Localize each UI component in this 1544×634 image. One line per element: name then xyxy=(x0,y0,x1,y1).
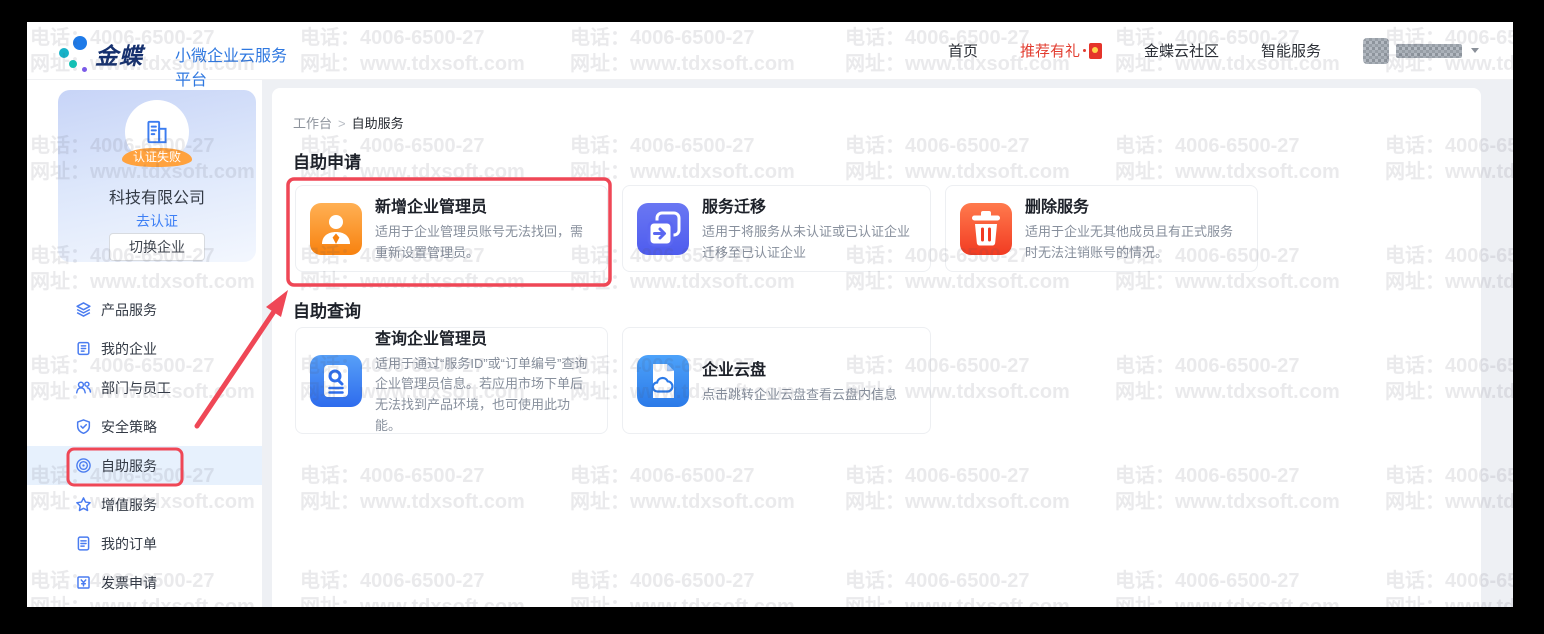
breadcrumb-separator: > xyxy=(338,116,346,131)
card-desc: 点击跳转企业云盘查看云盘内信息 xyxy=(702,385,897,406)
card-title: 查询企业管理员 xyxy=(375,325,593,349)
sidebar-item-label: 我的企业 xyxy=(101,339,157,359)
user-menu[interactable] xyxy=(1363,38,1479,64)
card-title: 服务迁移 xyxy=(702,193,916,217)
shield-icon xyxy=(75,418,92,435)
breadcrumb-root[interactable]: 工作台 xyxy=(293,116,332,131)
sidebar-item-value-added[interactable]: 增值服务 xyxy=(27,485,262,524)
self-service-icon xyxy=(75,457,92,474)
red-envelope-icon xyxy=(1089,43,1102,59)
nav-referral-label: 推荐有礼 xyxy=(1020,40,1080,61)
card-title: 删除服务 xyxy=(1025,193,1243,217)
sidebar-item-label: 我的订单 xyxy=(101,534,157,554)
sidebar-item-label: 自助服务 xyxy=(101,456,157,476)
sidebar-item-label: 产品服务 xyxy=(101,300,157,320)
orders-icon xyxy=(75,535,92,552)
logo-dot-icon xyxy=(82,67,87,72)
nav-referral[interactable]: 推荐有礼 xyxy=(1020,40,1102,61)
sidebar-item-label: 增值服务 xyxy=(101,495,157,515)
dot-icon xyxy=(1083,49,1086,52)
admin-user-icon xyxy=(310,203,362,255)
card-service-migration[interactable]: 服务迁移 适用于将服务从未认证或已认证企业迁移至已认证企业 xyxy=(622,185,931,272)
switch-company-button[interactable]: 切换企业 xyxy=(109,233,205,261)
logo-dot-icon xyxy=(69,60,77,68)
main-panel: 工作台 > 自助服务 自助申请 新增企业管理员 适用于企业管理员账号无法找回，需重新… xyxy=(272,88,1481,607)
sidebar-item-label: 安全策略 xyxy=(101,417,157,437)
logo-text: 金蝶 xyxy=(95,37,143,71)
card-desc: 适用于企业管理员账号无法找回，需重新设置管理员。 xyxy=(375,222,593,263)
nav-smart-service[interactable]: 智能服务 xyxy=(1261,40,1321,61)
trash-icon xyxy=(960,203,1012,255)
card-delete-service[interactable]: 删除服务 适用于企业无其他成员且有正式服务时无法注销账号的情况。 xyxy=(945,185,1258,272)
search-admin-icon xyxy=(310,355,362,407)
team-icon xyxy=(75,379,92,396)
card-query-admin[interactable]: 查询企业管理员 适用于通过“服务ID”或“订单编号”查询企业管理员信息。若应用市… xyxy=(295,327,608,434)
logo-dot-icon xyxy=(59,48,69,58)
card-new-admin[interactable]: 新增企业管理员 适用于企业管理员账号无法找回，需重新设置管理员。 xyxy=(295,185,608,272)
layers-icon xyxy=(75,301,92,318)
platform-title: 小微企业云服务平台 xyxy=(175,42,293,90)
company-name: 科技有限公司 xyxy=(58,184,256,208)
enterprise-icon xyxy=(75,340,92,357)
sidebar-item-label: 部门与员工 xyxy=(101,378,171,398)
top-nav: 首页 推荐有礼 金蝶云社区 智能服务 xyxy=(948,38,1513,64)
section-title-self-query: 自助查询 xyxy=(293,297,361,322)
logo-dot-icon xyxy=(73,36,87,50)
card-enterprise-cloud-disk[interactable]: 企业云盘 点击跳转企业云盘查看云盘内信息 xyxy=(622,327,931,434)
cloud-disk-icon xyxy=(637,355,689,407)
breadcrumb: 工作台 > 自助服务 xyxy=(293,113,404,132)
company-card: 认证失败 科技有限公司 去认证 切换企业 xyxy=(58,90,256,262)
migrate-icon xyxy=(637,203,689,255)
breadcrumb-current: 自助服务 xyxy=(352,116,404,131)
sidebar-menu: 产品服务 我的企业 部门与员工 安全策略 xyxy=(27,290,262,602)
card-title: 企业云盘 xyxy=(702,356,897,380)
sidebar-item-self-service[interactable]: 自助服务 xyxy=(27,446,262,485)
sidebar: 认证失败 科技有限公司 去认证 切换企业 产品服务 我的企业 xyxy=(27,80,262,607)
sidebar-item-label: 发票申请 xyxy=(101,573,157,593)
sidebar-item-my-enterprise[interactable]: 我的企业 xyxy=(27,329,262,368)
card-title: 新增企业管理员 xyxy=(375,193,593,217)
card-desc: 适用于将服务从未认证或已认证企业迁移至已认证企业 xyxy=(702,222,916,263)
section-title-self-apply: 自助申请 xyxy=(293,148,361,173)
username-redacted xyxy=(1396,44,1462,58)
verify-link[interactable]: 去认证 xyxy=(58,211,256,231)
invoice-icon xyxy=(75,574,92,591)
nav-home[interactable]: 首页 xyxy=(948,40,978,61)
avatar xyxy=(1363,38,1389,64)
kingdee-logo: 金蝶 小微企业云服务平台 xyxy=(53,30,293,72)
sidebar-item-security-policy[interactable]: 安全策略 xyxy=(27,407,262,446)
sidebar-item-invoice-request[interactable]: 发票申请 xyxy=(27,563,262,602)
app-window: 金蝶 小微企业云服务平台 首页 推荐有礼 金蝶云社区 智能服务 xyxy=(27,22,1513,607)
nav-community[interactable]: 金蝶云社区 xyxy=(1144,40,1219,61)
status-badge: 认证失败 xyxy=(122,148,192,167)
chevron-down-icon xyxy=(1471,48,1479,53)
card-desc: 适用于企业无其他成员且有正式服务时无法注销账号的情况。 xyxy=(1025,222,1243,263)
star-icon xyxy=(75,496,92,513)
sidebar-item-product-services[interactable]: 产品服务 xyxy=(27,290,262,329)
building-icon xyxy=(142,117,172,147)
sidebar-item-my-orders[interactable]: 我的订单 xyxy=(27,524,262,563)
sidebar-item-departments-staff[interactable]: 部门与员工 xyxy=(27,368,262,407)
top-header: 金蝶 小微企业云服务平台 首页 推荐有礼 金蝶云社区 智能服务 xyxy=(27,22,1513,80)
card-desc: 适用于通过“服务ID”或“订单编号”查询企业管理员信息。若应用市场下单后无法找到… xyxy=(375,354,593,436)
